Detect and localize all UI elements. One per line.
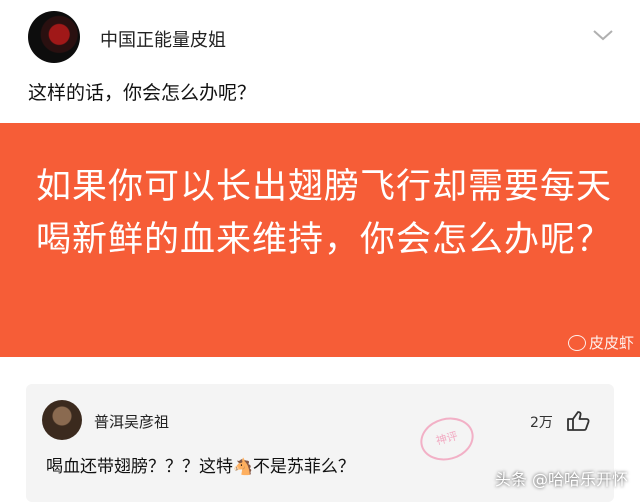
commenter-name[interactable]: 普洱吴彦祖 xyxy=(94,411,169,432)
author-name[interactable]: 中国正能量皮姐 xyxy=(100,26,226,52)
chevron-down-icon[interactable] xyxy=(592,28,614,42)
post-header: 中国正能量皮姐 xyxy=(0,0,640,72)
horse-emoji-icon: 🐴 xyxy=(233,457,253,476)
question-banner: 如果你可以长出翅膀飞行却需要每天喝新鲜的血来维持，你会怎么办呢？ 皮皮虾 xyxy=(0,123,640,357)
comment-text: 喝血还带翅膀？？？这特🐴不是苏菲么？ xyxy=(46,452,355,477)
like-count: 2万 xyxy=(530,415,553,431)
commenter-avatar[interactable] xyxy=(42,400,82,440)
author-avatar[interactable] xyxy=(28,11,80,63)
banner-watermark-label: 皮皮虾 xyxy=(588,334,634,352)
god-comment-stamp: 神评 xyxy=(415,411,479,467)
thumbs-up-icon[interactable] xyxy=(564,409,592,433)
banner-text: 如果你可以长出翅膀飞行却需要每天喝新鲜的血来维持，你会怎么办呢？ xyxy=(36,167,613,260)
comment-text-part1: 喝血还带翅膀？？？这特 xyxy=(46,457,233,477)
comment-text-part2: 不是苏菲么？ xyxy=(252,457,355,477)
source-watermark: 头条 @哈哈乐开怀 xyxy=(494,470,628,489)
post-question: 这样的话，你会怎么办呢？ xyxy=(28,82,257,104)
banner-watermark: 皮皮虾 xyxy=(567,332,634,353)
shrimp-icon xyxy=(567,334,586,351)
